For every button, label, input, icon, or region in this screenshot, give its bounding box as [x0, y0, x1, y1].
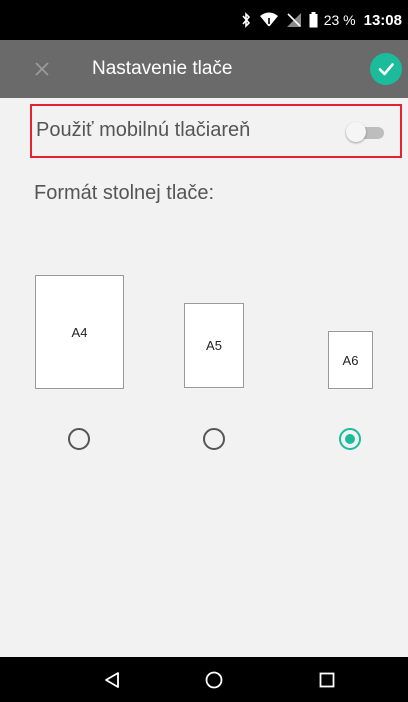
paper-a6-label: A6: [342, 352, 359, 368]
back-button[interactable]: [82, 657, 142, 702]
home-button[interactable]: [184, 657, 244, 702]
radio-a6[interactable]: [339, 428, 361, 450]
toolbar: Nastavenie tlače: [0, 40, 408, 98]
battery-icon: [309, 12, 318, 28]
paper-a5-label: A5: [206, 338, 222, 353]
mobile-printer-label: Použiť mobilnú tlačiareň: [36, 119, 251, 141]
toggle-thumb: [346, 122, 366, 142]
page-title: Nastavenie tlače: [92, 58, 233, 79]
bluetooth-icon: [240, 12, 252, 28]
close-icon: [35, 62, 49, 76]
recents-icon: [319, 672, 335, 687]
paper-a4-label: A4: [71, 324, 88, 340]
back-icon: [105, 671, 119, 688]
confirm-button[interactable]: [370, 53, 402, 85]
recents-button[interactable]: [297, 657, 357, 702]
radio-a5[interactable]: [203, 428, 225, 450]
paper-a5-preview[interactable]: A5: [184, 303, 244, 388]
paper-a6-preview[interactable]: A6: [328, 331, 373, 389]
close-button[interactable]: [16, 40, 68, 98]
radio-a4[interactable]: [68, 428, 90, 450]
status-bar: 23 % 13:08: [0, 0, 408, 40]
navigation-bar: [0, 657, 408, 702]
home-icon: [205, 671, 223, 688]
clock: 13:08: [363, 11, 402, 29]
paper-a4-preview[interactable]: A4: [35, 275, 124, 389]
wifi-icon: [259, 12, 279, 28]
check-icon: [378, 63, 394, 76]
battery-percent: 23 %: [323, 12, 356, 28]
no-sim-icon: [286, 12, 302, 28]
mobile-printer-toggle[interactable]: [346, 122, 386, 142]
mobile-printer-setting[interactable]: Použiť mobilnú tlačiareň: [30, 104, 402, 158]
desktop-format-title: Formát stolnej tlače:: [34, 182, 215, 204]
